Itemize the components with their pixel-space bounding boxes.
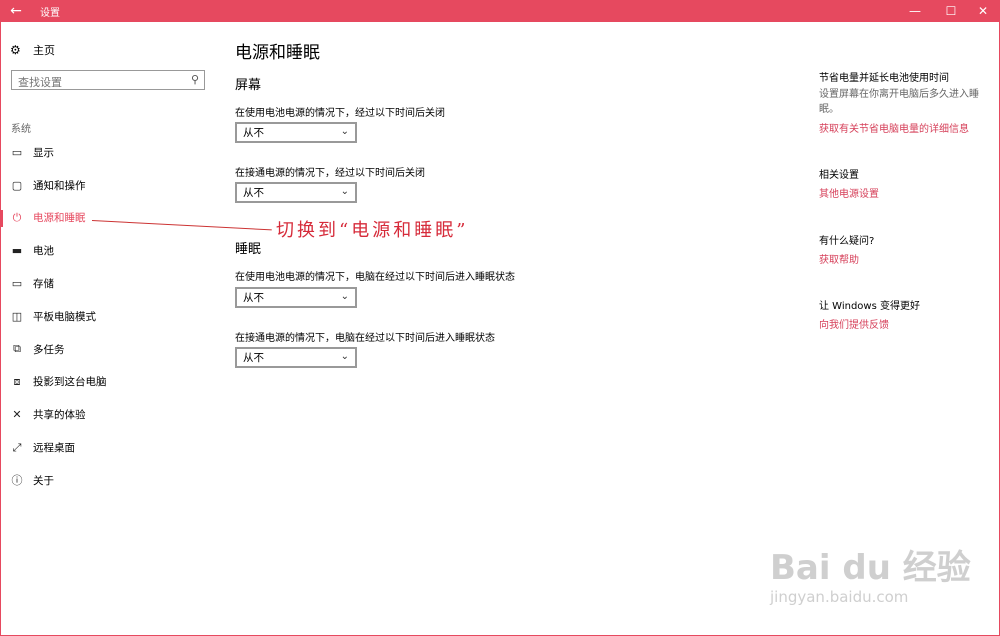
watermark-logo-text: Bai du 经验 bbox=[770, 548, 971, 588]
gear-icon: ⚙ bbox=[10, 43, 21, 57]
sidebar-item-multitasking[interactable]: ⧉ 多任务 bbox=[0, 333, 220, 366]
window-title: 设置 bbox=[40, 8, 60, 19]
search-input[interactable] bbox=[12, 73, 188, 92]
minimize-button[interactable]: — bbox=[898, 0, 932, 22]
sidebar-item-label: 关于 bbox=[33, 474, 54, 487]
other-power-settings-link[interactable]: 其他电源设置 bbox=[819, 185, 879, 200]
save-power-link[interactable]: 获取有关节省电脑电量的详细信息 bbox=[819, 120, 969, 135]
message-icon: ▢ bbox=[11, 178, 23, 192]
related-settings-heading: 相关设置 bbox=[819, 170, 859, 181]
tablet-icon: ◫ bbox=[11, 309, 23, 323]
info-icon: ⓘ bbox=[11, 474, 23, 488]
chevron-down-icon: ⌄ bbox=[340, 291, 349, 302]
multitask-icon: ⧉ bbox=[13, 342, 21, 356]
sleep-heading: 睡眠 bbox=[235, 242, 262, 257]
sidebar-item-label: 显示 bbox=[33, 146, 54, 159]
chevron-down-icon: ⌄ bbox=[340, 126, 349, 137]
question-heading: 有什么疑问? bbox=[819, 236, 875, 247]
maximize-button[interactable]: ☐ bbox=[934, 0, 968, 22]
feedback-link[interactable]: 向我们提供反馈 bbox=[819, 316, 889, 331]
sidebar-home[interactable]: ⚙ 主页 bbox=[10, 42, 55, 58]
sidebar-item-storage[interactable]: ▭ 存储 bbox=[0, 267, 220, 300]
section-label-system: 系统 bbox=[11, 124, 31, 135]
sidebar-item-label: 远程桌面 bbox=[33, 442, 75, 455]
sleep-plugged-label: 在接通电源的情况下，电脑在经过以下时间后进入睡眠状态 bbox=[235, 333, 495, 344]
select-value: 从不 bbox=[243, 292, 264, 304]
sidebar-item-power-sleep[interactable]: ⏻ 电源和睡眠 bbox=[0, 202, 220, 235]
sidebar-item-display[interactable]: ▭ 显示 bbox=[0, 136, 220, 169]
sidebar-item-label: 存储 bbox=[33, 278, 54, 291]
search-icon[interactable]: ⚲ bbox=[191, 73, 199, 86]
screen-battery-label: 在使用电池电源的情况下，经过以下时间后关闭 bbox=[235, 108, 445, 119]
sidebar-item-label: 共享的体验 bbox=[33, 409, 86, 422]
annotation-text: 切换到“电源和睡眠” bbox=[276, 220, 469, 241]
watermark-url: jingyan.baidu.com bbox=[770, 588, 909, 606]
better-windows-heading: 让 Windows 变得更好 bbox=[819, 301, 920, 312]
sidebar-item-about[interactable]: ⓘ 关于 bbox=[0, 464, 220, 497]
monitor-icon: ▭ bbox=[11, 145, 23, 159]
sidebar-item-project[interactable]: ⧈ 投影到这台电脑 bbox=[0, 366, 220, 399]
get-help-link[interactable]: 获取帮助 bbox=[819, 251, 859, 266]
sidebar-nav: ▭ 显示 ▢ 通知和操作 ⏻ 电源和睡眠 ▬ 电池 ▭ 存储 ◫ 平板电脑模式 … bbox=[0, 136, 220, 497]
screen-plugged-label: 在接通电源的情况下，经过以下时间后关闭 bbox=[235, 168, 425, 179]
save-power-text: 设置屏幕在你离开电脑后多久进入睡眠。 bbox=[819, 89, 979, 115]
close-button[interactable]: ✕ bbox=[966, 0, 1000, 22]
screen-heading: 屏幕 bbox=[235, 78, 262, 93]
sleep-battery-select[interactable]: 从不 ⌄ bbox=[235, 287, 357, 308]
sidebar-item-label: 电池 bbox=[33, 245, 54, 258]
share-icon: ✕ bbox=[12, 408, 22, 422]
select-value: 从不 bbox=[243, 352, 264, 364]
sidebar-item-tablet-mode[interactable]: ◫ 平板电脑模式 bbox=[0, 300, 220, 333]
baidu-watermark: Bai du 经验 jingyan.baidu.com bbox=[770, 540, 971, 606]
remote-icon: ⤢ bbox=[12, 440, 22, 454]
project-icon: ⧈ bbox=[13, 374, 21, 388]
page-title: 电源和睡眠 bbox=[235, 43, 320, 63]
battery-icon: ▬ bbox=[11, 244, 23, 258]
sleep-plugged-select[interactable]: 从不 ⌄ bbox=[235, 347, 357, 368]
sidebar-home-label: 主页 bbox=[33, 44, 55, 57]
power-icon: ⏻ bbox=[12, 210, 22, 224]
sidebar-item-shared[interactable]: ✕ 共享的体验 bbox=[0, 398, 220, 431]
sidebar-item-notifications[interactable]: ▢ 通知和操作 bbox=[0, 169, 220, 202]
search-box[interactable]: ⚲ bbox=[11, 70, 205, 92]
sidebar-item-battery[interactable]: ▬ 电池 bbox=[0, 234, 220, 267]
sidebar-item-label: 通知和操作 bbox=[33, 179, 86, 192]
sleep-battery-label: 在使用电池电源的情况下，电脑在经过以下时间后进入睡眠状态 bbox=[235, 272, 515, 283]
title-bar: ← 设置 — ☐ ✕ bbox=[0, 0, 1000, 22]
select-value: 从不 bbox=[243, 187, 264, 199]
select-value: 从不 bbox=[243, 127, 264, 139]
sidebar-item-label: 电源和睡眠 bbox=[33, 212, 86, 225]
screen-battery-select[interactable]: 从不 ⌄ bbox=[235, 122, 357, 143]
save-power-heading: 节省电量并延长电池使用时间 bbox=[819, 73, 949, 84]
chevron-down-icon: ⌄ bbox=[340, 351, 349, 362]
chevron-down-icon: ⌄ bbox=[340, 186, 349, 197]
sidebar: ⚙ 主页 ⚲ 系统 ▭ 显示 ▢ 通知和操作 ⏻ 电源和睡眠 ▬ 电池 ▭ 存储… bbox=[0, 22, 220, 634]
sidebar-item-remote-desktop[interactable]: ⤢ 远程桌面 bbox=[0, 431, 220, 464]
screen-plugged-select[interactable]: 从不 ⌄ bbox=[235, 182, 357, 203]
sidebar-item-label: 投影到这台电脑 bbox=[33, 376, 107, 389]
sidebar-item-label: 多任务 bbox=[33, 343, 65, 356]
storage-icon: ▭ bbox=[11, 277, 23, 291]
back-button[interactable]: ← bbox=[0, 0, 32, 22]
sidebar-item-label: 平板电脑模式 bbox=[33, 310, 96, 323]
arrow-left-icon: ← bbox=[10, 3, 22, 19]
